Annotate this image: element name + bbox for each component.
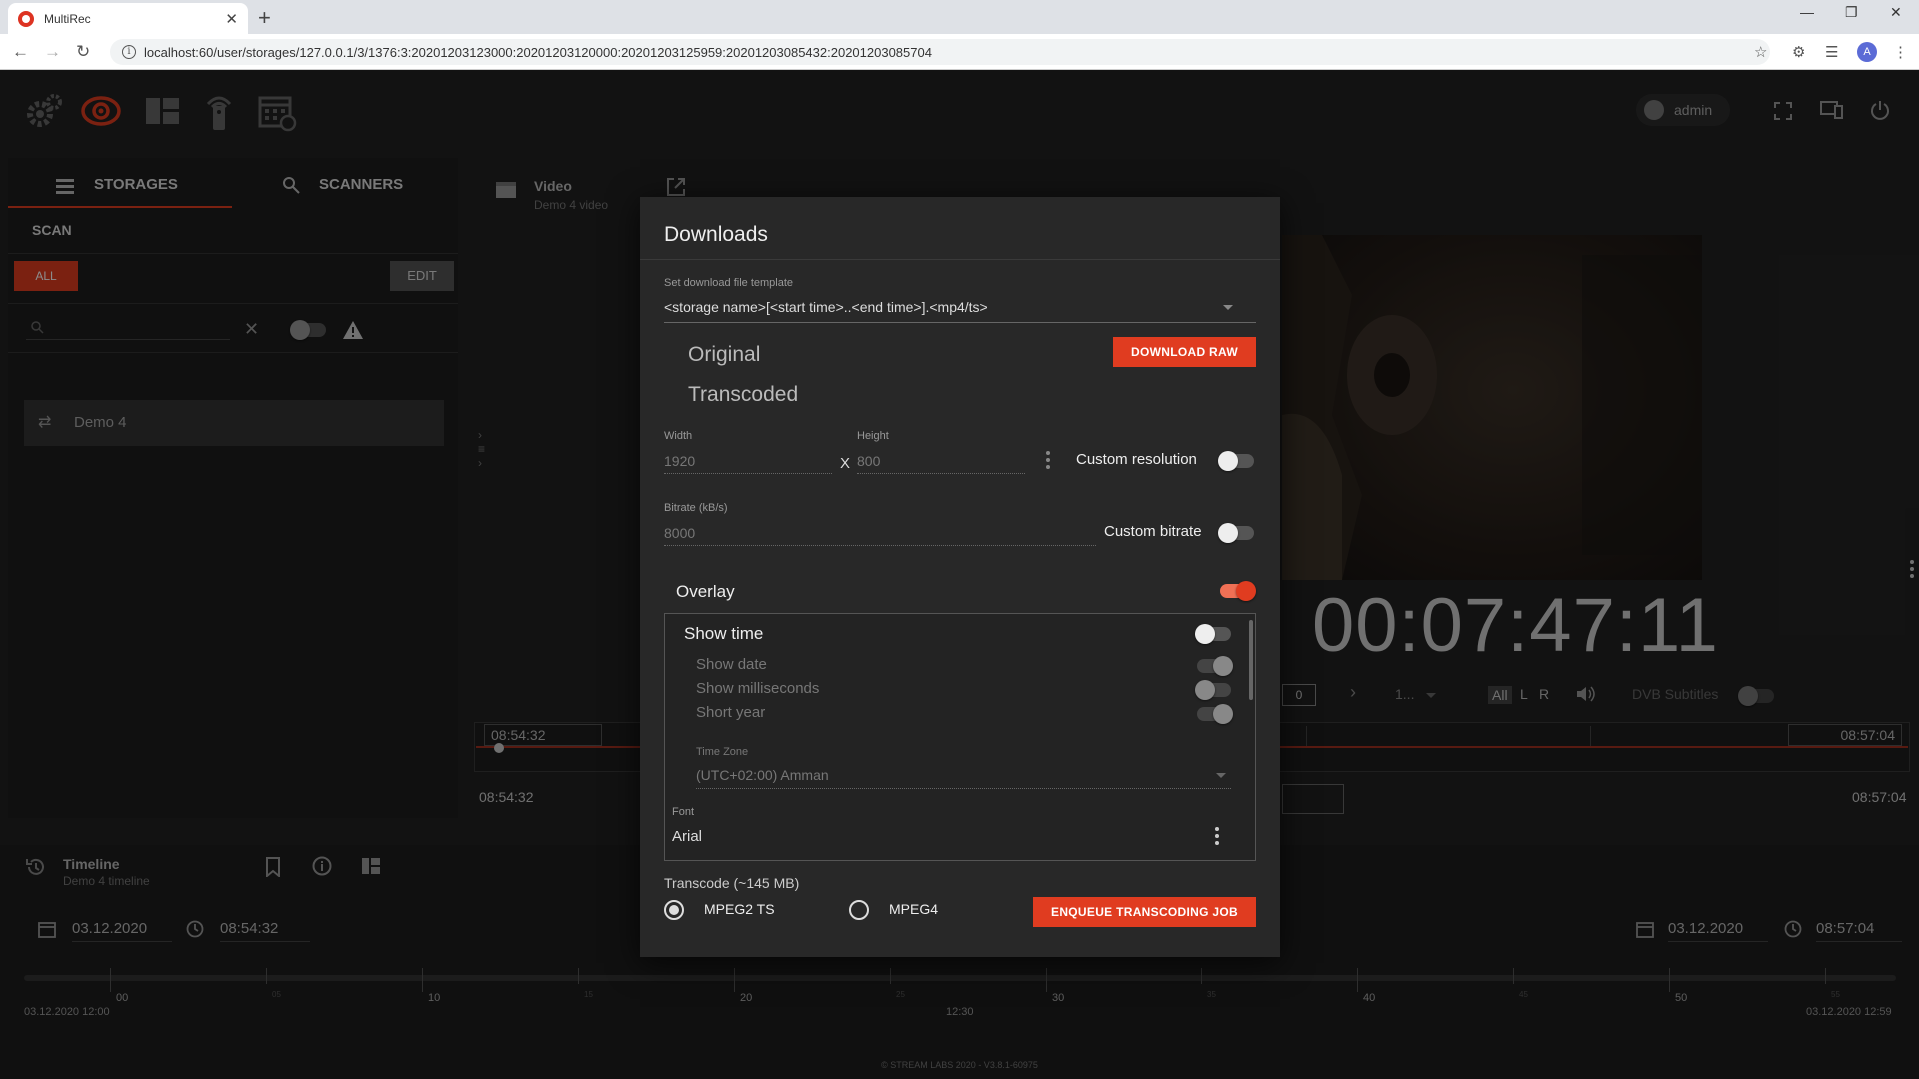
show-milliseconds-label: Show milliseconds	[696, 680, 820, 697]
mpeg2-ts-radio[interactable]	[664, 900, 684, 920]
overlay-toggle[interactable]	[1220, 581, 1256, 601]
height-label: Height	[857, 430, 889, 442]
tab-title: MultiRec	[44, 11, 91, 26]
show-date-label: Show date	[696, 656, 767, 673]
multirec-favicon-icon	[18, 10, 34, 27]
custom-resolution-label: Custom resolution	[1076, 451, 1197, 468]
url-field[interactable]: i localhost:60/user/storages/127.0.0.1/3…	[110, 39, 1770, 65]
short-year-label: Short year	[696, 704, 766, 721]
timezone-dropdown-icon[interactable]	[1216, 773, 1226, 778]
template-label: Set download file template	[664, 277, 794, 289]
font-options-icon[interactable]	[1215, 827, 1219, 848]
timezone-select[interactable]: (UTC+02:00) Amman	[696, 767, 829, 783]
profile-avatar[interactable]: A	[1857, 42, 1877, 62]
dialog-title: Downloads	[664, 223, 768, 246]
custom-resolution-toggle[interactable]	[1218, 451, 1254, 471]
timezone-label: Time Zone	[696, 746, 749, 758]
minimize-icon[interactable]: —	[1800, 4, 1814, 20]
enqueue-transcoding-button[interactable]: ENQUEUE TRANSCODING JOB	[1033, 897, 1256, 927]
template-dropdown-icon[interactable]	[1223, 305, 1233, 310]
short-year-toggle[interactable]	[1197, 704, 1233, 724]
option-original[interactable]: Original	[688, 343, 760, 367]
browser-tab[interactable]: MultiRec ✕	[8, 3, 248, 34]
show-date-toggle[interactable]	[1197, 656, 1233, 676]
overlay-scrollbar[interactable]	[1249, 620, 1253, 700]
timezone-underline	[696, 788, 1231, 789]
transcode-size-label: Transcode (~145 MB)	[664, 875, 800, 891]
browser-menu-icon[interactable]: ⋮	[1893, 43, 1908, 61]
custom-bitrate-label: Custom bitrate	[1104, 523, 1202, 540]
resolution-presets-icon[interactable]	[1046, 451, 1050, 472]
restore-icon[interactable]: ❐	[1845, 4, 1858, 21]
reload-icon[interactable]: ↻	[76, 42, 90, 62]
template-select[interactable]: <storage name>[<start time>..<end time>]…	[664, 299, 988, 315]
height-underline	[857, 473, 1025, 474]
width-underline	[664, 473, 832, 474]
media-control-icon[interactable]: ☰	[1825, 43, 1838, 61]
bitrate-underline	[664, 545, 1096, 546]
download-raw-button[interactable]: DOWNLOAD RAW	[1113, 337, 1256, 367]
option-transcoded[interactable]: Transcoded	[688, 383, 798, 407]
extensions-icon[interactable]: ⚙	[1792, 43, 1805, 61]
mpeg4-radio[interactable]	[849, 900, 869, 920]
show-time-label: Show time	[684, 624, 764, 643]
dialog-divider	[640, 259, 1280, 260]
overlay-settings: Show time Show date Show milliseconds Sh…	[664, 613, 1256, 861]
browser-tabbar: MultiRec ✕ + — ❐ ✕	[0, 0, 1919, 34]
show-milliseconds-toggle[interactable]	[1195, 680, 1231, 700]
back-icon[interactable]: ←	[12, 42, 29, 62]
overlay-label: Overlay	[676, 582, 735, 601]
dimension-separator: X	[840, 455, 851, 472]
width-label: Width	[664, 430, 693, 442]
bitrate-label: Bitrate (kB/s)	[664, 502, 728, 514]
height-input[interactable]: 800	[857, 453, 880, 469]
font-field[interactable]: Arial	[672, 828, 702, 845]
address-bar: ← → ↻ i localhost:60/user/storages/127.0…	[0, 34, 1919, 70]
template-underline	[664, 322, 1256, 323]
downloads-dialog: Downloads Set download file template <st…	[640, 197, 1280, 957]
forward-icon[interactable]: →	[44, 42, 61, 62]
mpeg4-label[interactable]: MPEG4	[889, 901, 938, 917]
tab-close-icon[interactable]: ✕	[225, 10, 238, 28]
url-text: localhost:60/user/storages/127.0.0.1/3/1…	[144, 44, 932, 60]
width-input[interactable]: 1920	[664, 453, 695, 469]
font-label: Font	[672, 806, 695, 818]
bookmark-star-icon[interactable]: ☆	[1754, 43, 1767, 61]
window-close-icon[interactable]: ✕	[1890, 4, 1902, 21]
site-info-icon[interactable]: i	[122, 45, 136, 59]
mpeg2-ts-label[interactable]: MPEG2 TS	[704, 901, 775, 917]
show-time-toggle[interactable]	[1195, 624, 1231, 644]
bitrate-input[interactable]: 8000	[664, 525, 695, 541]
custom-bitrate-toggle[interactable]	[1218, 523, 1254, 543]
new-tab-button[interactable]: +	[258, 5, 271, 31]
